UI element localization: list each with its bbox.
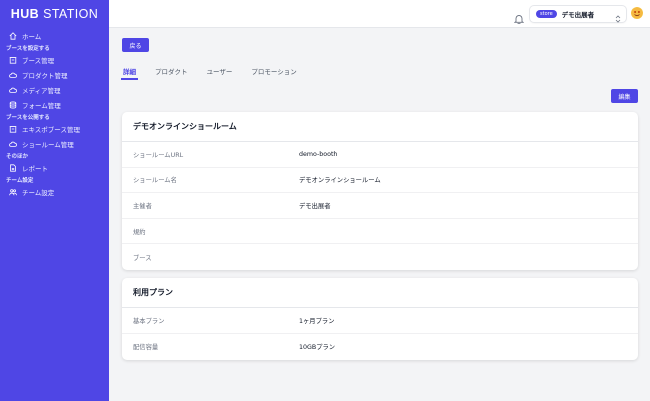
sidebar-section-label: そのほか [6, 154, 29, 160]
cloud-icon [8, 85, 17, 94]
detail-row: ショールーム名 デモオンラインショールーム [122, 168, 638, 194]
sidebar: HUB STATION ホーム ブースを設定する ブース管理 プロダクト管理 メ… [0, 0, 109, 401]
tab-bar: 詳細 プロダクト ユーザー プロモーション [121, 62, 315, 80]
sidebar-item-showroom-management[interactable]: ショールーム管理 [0, 136, 109, 151]
sidebar-item-report[interactable]: レポート [0, 160, 109, 175]
home-icon [8, 31, 17, 40]
sidebar-section-label: ブースを設定する [6, 46, 50, 52]
sidebar-item-label: レポート [22, 164, 48, 173]
detail-row: ブース [122, 244, 638, 270]
detail-row: 規約 [122, 219, 638, 245]
sidebar-item-label: フォーム管理 [22, 101, 61, 110]
building-icon [8, 55, 17, 64]
sidebar-item-product-management[interactable]: プロダクト管理 [0, 67, 109, 82]
sidebar-item-form-management[interactable]: フォーム管理 [0, 97, 109, 112]
plan-card: 利用プラン 基本プラン 1ヶ月プラン 配信容量 10GBプラン [122, 278, 638, 360]
field-label: 主催者 [133, 202, 152, 210]
field-value: デモオンラインショールーム [299, 177, 381, 185]
database-icon [8, 100, 17, 109]
field-label: 基本プラン [133, 317, 165, 325]
field-value: デモ出展者 [299, 202, 331, 210]
detail-row: 主催者 デモ出展者 [122, 193, 638, 219]
field-value: 10GBプラン [299, 343, 336, 351]
sidebar-item-media-management[interactable]: メディア管理 [0, 82, 109, 97]
detail-row: 基本プラン 1ヶ月プラン [122, 308, 638, 334]
card-title: デモオンラインショールーム [122, 112, 638, 142]
sidebar-section-label: ブースを公開する [6, 115, 50, 121]
cloud-icon [8, 70, 17, 79]
field-value: 1ヶ月プラン [299, 317, 335, 325]
app-logo[interactable]: HUB STATION [0, 0, 109, 28]
sidebar-item-expo-booth-management[interactable]: エキスポブース管理 [0, 121, 109, 136]
field-label: ショールームURL [133, 151, 184, 159]
field-label: 配信容量 [133, 343, 159, 351]
emoji-avatar-icon[interactable] [631, 7, 643, 19]
detail-row: ショールームURL demo-booth [122, 142, 638, 168]
field-label: ショールーム名 [133, 177, 177, 185]
users-icon [8, 187, 17, 196]
document-icon [8, 163, 17, 172]
sidebar-section-label: チーム設定 [6, 178, 34, 184]
card-title: 利用プラン [122, 278, 638, 308]
store-selector[interactable]: store デモ出展者 [530, 6, 626, 23]
field-value: demo-booth [299, 150, 338, 158]
tab-details[interactable]: 詳細 [121, 62, 138, 80]
sidebar-item-label: エキスポブース管理 [22, 125, 80, 134]
store-badge: store [536, 10, 557, 18]
top-bar: store デモ出展者 [109, 0, 650, 28]
sidebar-item-label: プロダクト管理 [22, 71, 68, 80]
store-name: デモ出展者 [561, 11, 595, 19]
bell-icon[interactable] [513, 9, 525, 25]
tab-products[interactable]: プロダクト [154, 62, 189, 80]
logo-regular-text: STATION [43, 7, 99, 21]
chevron-up-down-icon [615, 9, 621, 23]
back-button[interactable]: 戻る [122, 38, 149, 52]
building-icon [8, 124, 17, 133]
edit-button[interactable]: 編集 [611, 89, 638, 103]
cloud-icon [8, 139, 17, 148]
field-label: 規約 [133, 228, 146, 236]
detail-row: 配信容量 10GBプラン [122, 334, 638, 360]
sidebar-item-label: ショールーム管理 [22, 140, 74, 149]
sidebar-item-team-settings[interactable]: チーム設定 [0, 184, 109, 199]
showroom-details-card: デモオンラインショールーム ショールームURL demo-booth ショールー… [122, 112, 638, 270]
sidebar-item-label: チーム設定 [22, 188, 55, 197]
sidebar-item-label: メディア管理 [22, 86, 61, 95]
sidebar-item-label: ホーム [22, 32, 42, 41]
sidebar-item-label: ブース管理 [22, 56, 55, 65]
logo-bold-text: HUB [10, 7, 40, 21]
field-label: ブース [133, 254, 152, 262]
tab-promotions[interactable]: プロモーション [250, 62, 297, 80]
sidebar-item-home[interactable]: ホーム [0, 28, 109, 43]
sidebar-item-booth-management[interactable]: ブース管理 [0, 52, 109, 67]
tab-users[interactable]: ユーザー [206, 62, 234, 80]
